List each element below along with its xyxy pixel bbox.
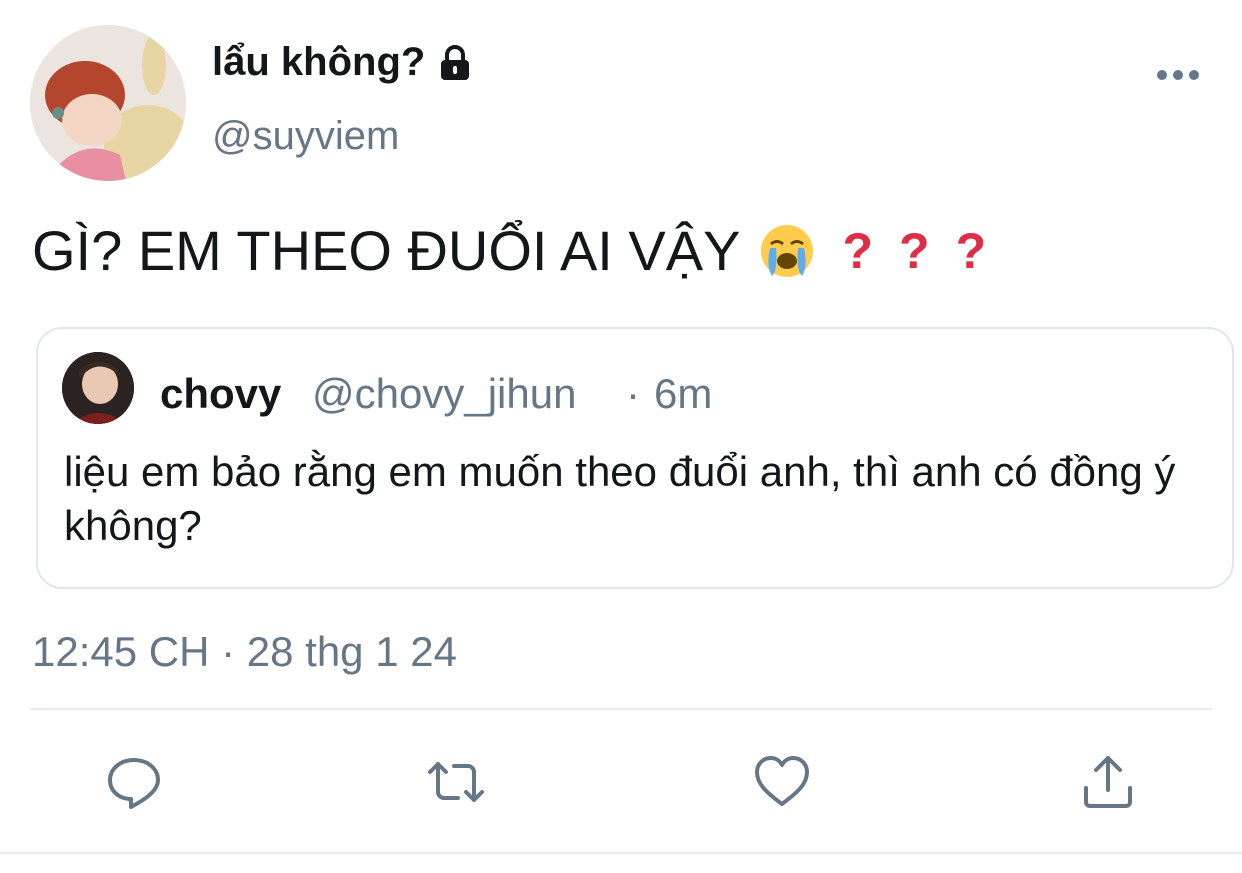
author-display-name[interactable]: lẩu không? bbox=[212, 40, 475, 85]
display-name-text: lẩu không? bbox=[212, 40, 426, 84]
quoted-author-name: chovy bbox=[160, 370, 282, 417]
question-mark-emoji-icon: ? bbox=[955, 222, 987, 279]
loudly-crying-face-icon bbox=[761, 224, 814, 277]
share-icon bbox=[1084, 756, 1132, 808]
author-handle[interactable]: @suyviem bbox=[212, 114, 399, 159]
like-button[interactable] bbox=[752, 752, 812, 812]
lock-icon bbox=[441, 44, 470, 80]
more-options-icon[interactable] bbox=[1152, 60, 1202, 90]
cartoon-avatar-icon bbox=[30, 25, 186, 181]
quoted-author-avatar bbox=[62, 352, 134, 424]
reply-button[interactable] bbox=[104, 752, 164, 812]
quoted-tweet-time: 6m bbox=[654, 370, 713, 417]
quoted-tweet-text: liệu em bảo rằng em muốn theo đuổi anh, … bbox=[64, 448, 1176, 549]
tweet-text: GÌ? EM THEO ĐUỔI AI VẬY ? ? ? bbox=[32, 218, 986, 283]
author-avatar[interactable] bbox=[30, 25, 186, 181]
question-mark-emoji-icon: ? bbox=[842, 222, 874, 279]
divider bbox=[0, 852, 1242, 854]
retweet-button[interactable] bbox=[426, 752, 486, 812]
tweet-text-body: GÌ? EM THEO ĐUỔI AI VẬY bbox=[32, 219, 741, 282]
dot-separator: · bbox=[626, 370, 640, 417]
divider bbox=[30, 708, 1212, 710]
like-icon bbox=[755, 756, 809, 806]
retweet-icon bbox=[428, 762, 484, 802]
share-button[interactable] bbox=[1078, 752, 1138, 812]
quoted-author-handle: @chovy_jihun bbox=[312, 370, 577, 417]
question-mark-emoji-icon: ? bbox=[899, 222, 930, 279]
reply-icon bbox=[108, 758, 160, 809]
tweet-timestamp[interactable]: 12:45 CH · 28 thg 1 24 bbox=[32, 628, 457, 676]
